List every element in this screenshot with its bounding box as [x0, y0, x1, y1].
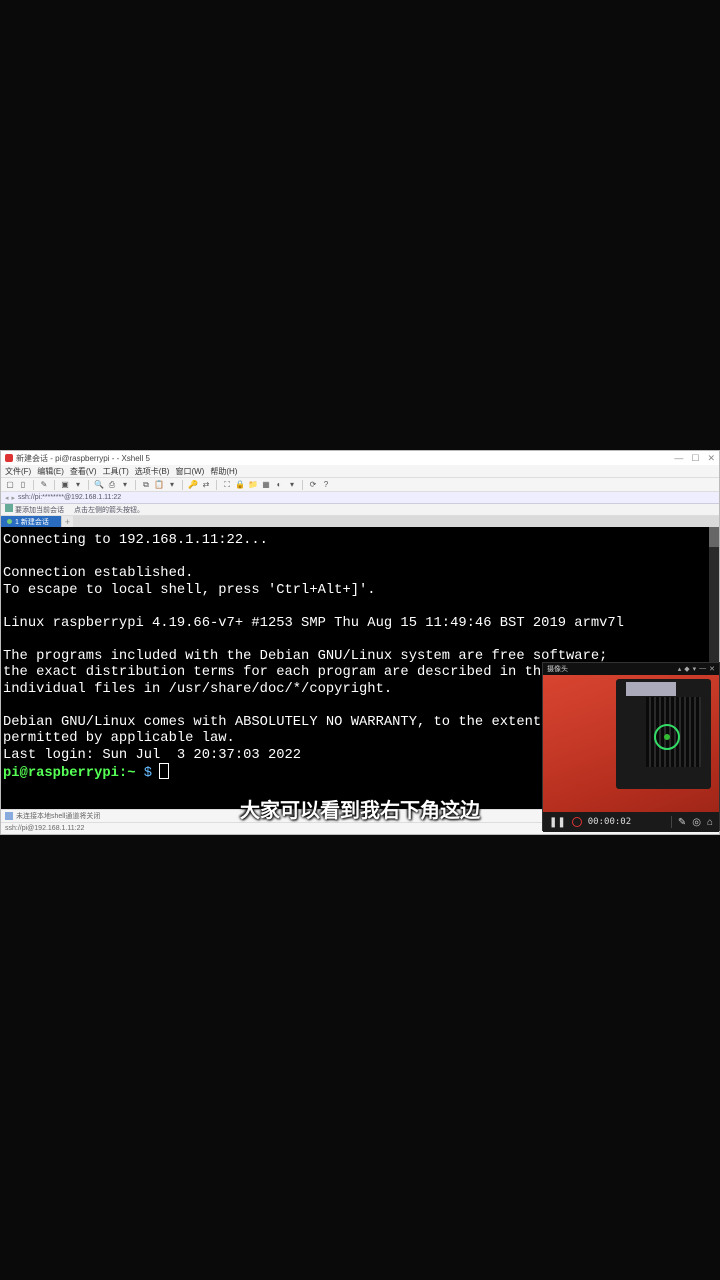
quickbar-hint: 点击左侧的箭头按钮。 — [74, 505, 144, 515]
session-tabs: 1 新建会话 + — [1, 516, 719, 527]
copy-icon[interactable]: ⧉ — [141, 480, 151, 490]
terminal-line: Linux raspberrypi 4.19.66-v7+ #1253 SMP … — [3, 616, 624, 631]
camera-down-icon[interactable]: ▾ — [693, 665, 697, 673]
camera-pin-icon[interactable]: ◆ — [684, 665, 689, 673]
folder-icon[interactable]: 📁 — [248, 480, 258, 490]
terminal-line: permitted by applicable law. — [3, 731, 235, 746]
toolbar-separator — [302, 480, 303, 490]
record-time: 00:00:02 — [588, 817, 631, 827]
print-icon[interactable]: ⎙ — [107, 480, 117, 490]
terminal-line: the exact distribution terms for each pr… — [3, 665, 549, 680]
terminal-line: To escape to local shell, press 'Ctrl+Al… — [3, 583, 376, 598]
new-session-icon[interactable]: ▢ — [5, 480, 15, 490]
camera-snapshot-icon[interactable]: ◎ — [692, 817, 701, 828]
fullscreen-icon[interactable]: ⛶ — [222, 480, 232, 490]
menu-view[interactable]: 查看(V) — [70, 466, 97, 477]
open-icon[interactable]: ▯ — [18, 480, 28, 490]
toolbar-separator — [33, 480, 34, 490]
window-controls: — ☐ ✕ — [674, 453, 715, 464]
maximize-button[interactable]: ☐ — [691, 453, 699, 464]
toolbar-separator — [216, 480, 217, 490]
toolbar-separator — [54, 480, 55, 490]
lock-icon[interactable]: 🔒 — [235, 480, 245, 490]
menu-edit[interactable]: 编辑(E) — [37, 466, 64, 477]
camera-titlebar[interactable]: 摄像头 ▴ ◆ ▾ — ✕ — [543, 663, 719, 675]
terminal-line: individual files in /usr/share/doc/*/cop… — [3, 682, 392, 697]
help-icon[interactable]: ? — [321, 480, 331, 490]
terminal-line: Debian GNU/Linux comes with ABSOLUTELY N… — [3, 715, 541, 730]
connection-status: ssh://pi@192.168.1.11:22 — [5, 825, 84, 832]
camera-min-icon[interactable]: — — [699, 665, 706, 673]
minimize-button[interactable]: — — [674, 453, 683, 464]
dropdown-icon[interactable]: ▾ — [287, 480, 297, 490]
tab-label: 1 新建会话 — [15, 517, 49, 527]
terminal-line: Connecting to 192.168.1.11:22... — [3, 533, 268, 548]
menu-file[interactable]: 文件(F) — [5, 466, 31, 477]
camera-window-controls: ▴ ◆ ▾ — ✕ — [678, 665, 715, 673]
address-bar[interactable]: ◂ ▸ ssh://pi:********@192.168.1.11:22 — [1, 492, 719, 504]
toolbar: ▢ ▯ ✎ ▣ ▾ 🔍 ⎙ ▾ ⧉ 📋 ▾ 🔑 ⇄ ⛶ 🔒 📁 ▦ ◐ ▾ ⟳ … — [1, 478, 719, 492]
terminal-line: Last login: Sun Jul 3 20:37:03 2022 — [3, 748, 301, 763]
tile-icon[interactable]: ▦ — [261, 480, 271, 490]
forward-icon[interactable]: ▸ — [12, 494, 16, 502]
quickbar-item[interactable]: 要添加当前会话 — [5, 504, 64, 515]
toolbar-separator — [135, 480, 136, 490]
address-text: ssh://pi:********@192.168.1.11:22 — [18, 494, 121, 501]
raspberry-pi-board — [616, 679, 711, 789]
prompt-user: pi@raspberrypi — [3, 766, 119, 781]
cursor-dot — [664, 734, 670, 740]
video-subtitle: 大家可以看到我右下角这边 — [240, 794, 480, 823]
toolbar-separator — [88, 480, 89, 490]
camera-title: 摄像头 — [547, 664, 568, 674]
terminal-cursor — [160, 764, 168, 778]
paste-icon[interactable]: 📋 — [154, 480, 164, 490]
usb-ports — [626, 682, 676, 696]
window-title: 新建会话 - pi@raspberrypi - - Xshell 5 — [16, 453, 150, 464]
key-icon[interactable]: 🔑 — [188, 480, 198, 490]
quick-command-bar: 要添加当前会话 点击左侧的箭头按钮。 — [1, 504, 719, 516]
window-titlebar[interactable]: 新建会话 - pi@raspberrypi - - Xshell 5 — ☐ ✕ — [1, 451, 719, 465]
camera-toolbar-separator — [671, 816, 672, 828]
dropdown-icon[interactable]: ▾ — [73, 480, 83, 490]
dropdown-icon[interactable]: ▾ — [120, 480, 130, 490]
refresh-icon[interactable]: ⟳ — [308, 480, 318, 490]
camera-feed — [543, 675, 719, 812]
bookmark-icon — [5, 504, 13, 512]
camera-overlay-window[interactable]: 摄像头 ▴ ◆ ▾ — ✕ ❚❚ 00:00:02 ✎ ◎ ⌂ — [542, 662, 720, 831]
menu-tab[interactable]: 选项卡(B) — [135, 466, 170, 477]
transfer-icon[interactable]: ⇄ — [201, 480, 211, 490]
dropdown-icon[interactable]: ▾ — [167, 480, 177, 490]
search-icon[interactable]: 🔍 — [94, 480, 104, 490]
edit-icon[interactable]: ✎ — [678, 817, 686, 828]
disconnect-icon[interactable]: ▣ — [60, 480, 70, 490]
menu-bar: 文件(F) 编辑(E) 查看(V) 工具(T) 选项卡(B) 窗口(W) 帮助(… — [1, 465, 719, 478]
camera-up-icon[interactable]: ▴ — [678, 665, 682, 673]
tab-session-1[interactable]: 1 新建会话 — [1, 516, 61, 527]
app-icon — [5, 454, 13, 462]
quickbar-label: 要添加当前会话 — [15, 507, 64, 514]
prompt-path: :~ — [119, 766, 136, 781]
home-icon[interactable]: ⌂ — [707, 817, 713, 828]
terminal-line: Connection established. — [3, 566, 193, 581]
menu-tools[interactable]: 工具(T) — [103, 466, 129, 477]
pause-button[interactable]: ❚❚ — [549, 817, 566, 828]
back-icon[interactable]: ◂ — [5, 494, 9, 502]
menu-help[interactable]: 帮助(H) — [210, 466, 237, 477]
connect-icon[interactable]: ✎ — [39, 480, 49, 490]
toolbar-separator — [182, 480, 183, 490]
status-text: 未连接本地shell通道将关闭 — [16, 811, 100, 821]
status-icon — [5, 812, 13, 820]
close-button[interactable]: ✕ — [707, 453, 715, 464]
terminal-line: The programs included with the Debian GN… — [3, 649, 607, 664]
menu-window[interactable]: 窗口(W) — [175, 466, 204, 477]
record-button[interactable] — [572, 817, 582, 827]
prompt-symbol: $ — [135, 766, 160, 781]
camera-close-icon[interactable]: ✕ — [709, 665, 715, 673]
new-tab-button[interactable]: + — [61, 516, 73, 527]
color-icon[interactable]: ◐ — [274, 480, 284, 490]
camera-toolbar: ❚❚ 00:00:02 ✎ ◎ ⌂ — [543, 812, 719, 832]
